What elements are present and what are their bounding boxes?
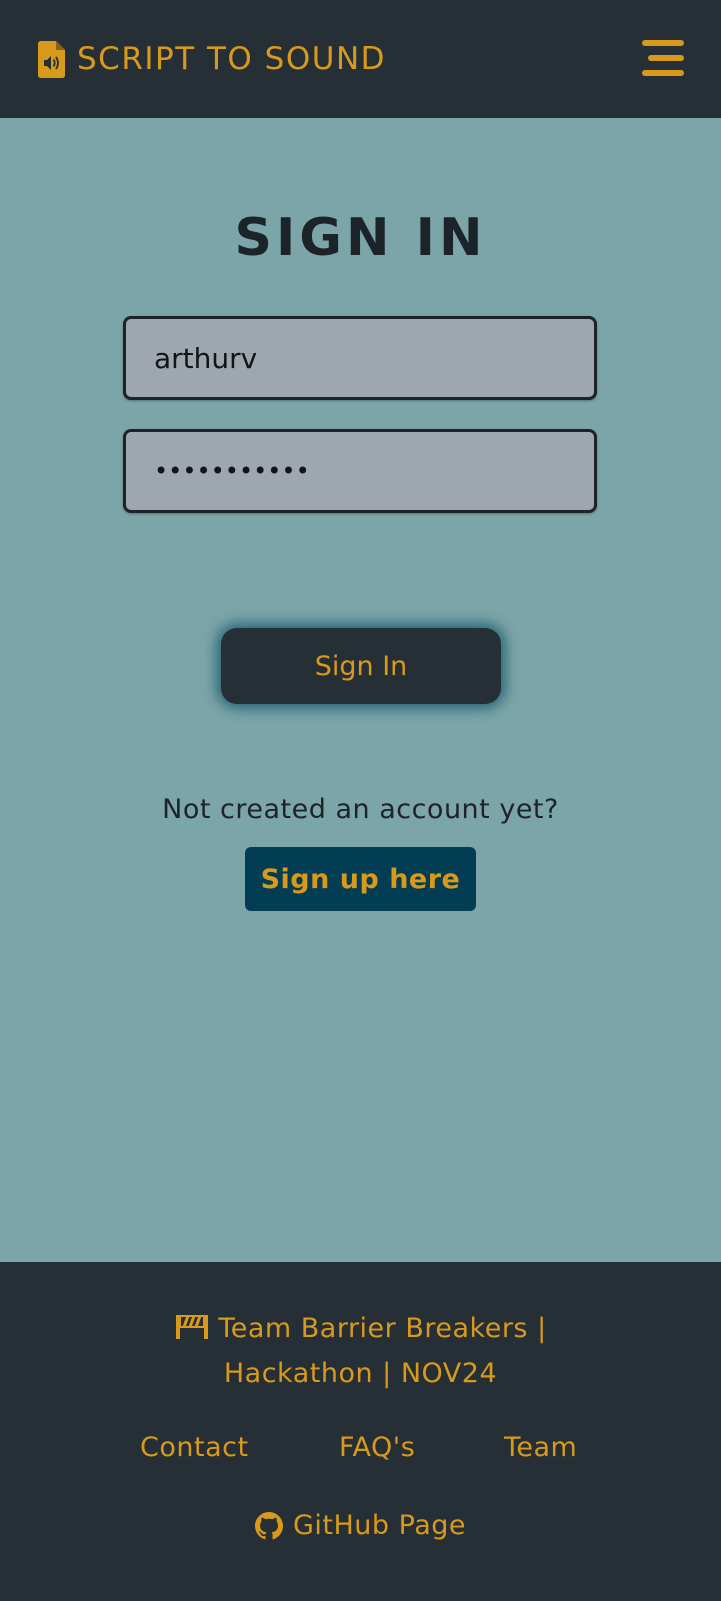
brand-link[interactable]: SCRIPT TO SOUND: [38, 38, 386, 80]
team-link[interactable]: Team: [504, 1432, 577, 1463]
roadblock-icon: [176, 1315, 209, 1339]
faq-link[interactable]: FAQ's: [339, 1432, 415, 1463]
github-section: GitHub Page: [0, 1510, 721, 1547]
github-link[interactable]: GitHub Page: [254, 1510, 466, 1541]
credit-text-2: Hackathon | NOV24: [223, 1358, 498, 1389]
navbar: SCRIPT TO SOUND: [0, 0, 721, 118]
team-credit: Team Barrier Breakers | Hackathon | NOV2…: [0, 1306, 721, 1396]
github-label: GitHub Page: [292, 1510, 466, 1541]
signin-section: SIGN IN Sign In Not created an account y…: [0, 118, 721, 1262]
password-input[interactable]: [123, 429, 597, 513]
footer: Team Barrier Breakers | Hackathon | NOV2…: [0, 1262, 721, 1601]
footer-nav: Contact FAQ's Team: [0, 1432, 721, 1472]
page-title: SIGN IN: [234, 208, 487, 268]
username-input[interactable]: [123, 316, 597, 400]
brand-title: SCRIPT TO SOUND: [77, 41, 387, 77]
signup-prompt: Not created an account yet?: [162, 794, 559, 825]
hamburger-menu-icon[interactable]: [640, 39, 686, 77]
sign-up-button[interactable]: Sign up here: [245, 847, 476, 911]
credit-line-1: Team Barrier Breakers |: [0, 1306, 721, 1351]
file-audio-icon: [38, 40, 65, 78]
contact-link[interactable]: Contact: [140, 1432, 249, 1463]
github-icon: [254, 1511, 283, 1539]
sign-in-button[interactable]: Sign In: [221, 628, 501, 704]
credit-text-1: Team Barrier Breakers |: [218, 1313, 547, 1344]
